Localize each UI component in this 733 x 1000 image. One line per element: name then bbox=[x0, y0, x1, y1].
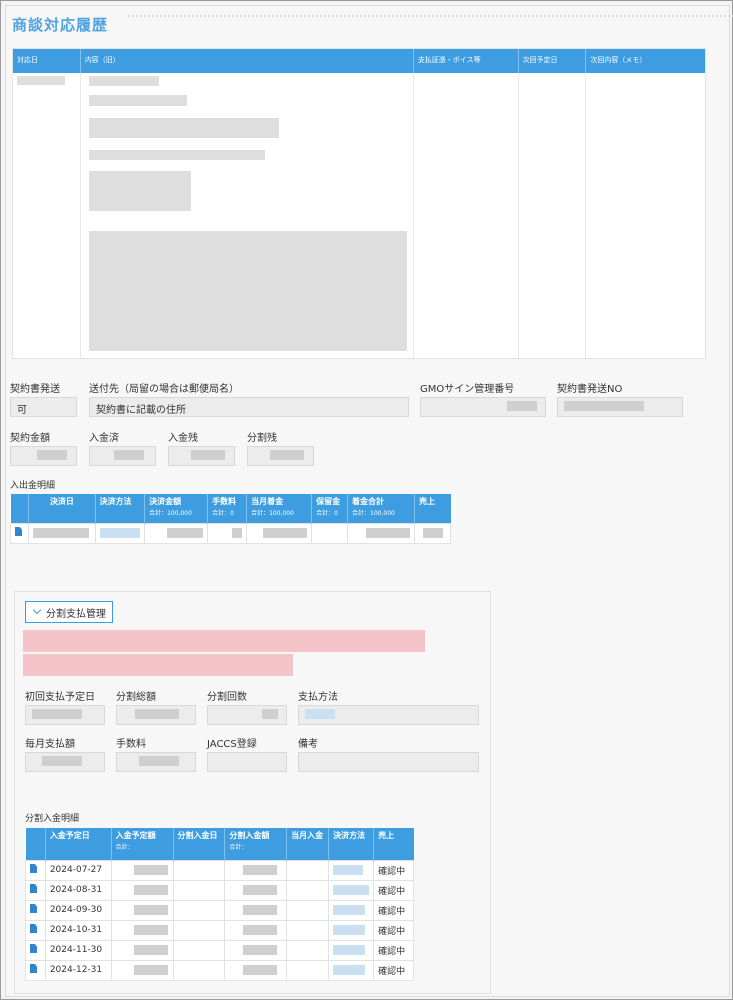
fee-field[interactable] bbox=[116, 752, 196, 772]
history-col-next-memo[interactable]: 次回内容（メモ） bbox=[586, 49, 705, 73]
contract-send-field[interactable]: 可 bbox=[10, 397, 77, 417]
history-table: 対応日 内容（旧） 支払証憑・ボイス等 次回予定日 次回内容（メモ） bbox=[12, 48, 706, 359]
table-row[interactable]: 2024-09-30 確認中 bbox=[25, 899, 414, 921]
first-date-field[interactable] bbox=[25, 705, 105, 725]
document-icon[interactable] bbox=[30, 924, 37, 933]
document-icon[interactable] bbox=[15, 527, 22, 536]
history-col-content[interactable]: 内容（旧） bbox=[81, 49, 414, 73]
history-table-row bbox=[13, 73, 705, 358]
payment-col-date[interactable]: 決済日 bbox=[28, 494, 96, 523]
history-cell-next-date bbox=[519, 73, 587, 358]
inst-col-paid-date[interactable]: 分割入金日 bbox=[173, 828, 226, 860]
contract-send-label: 契約書発送 bbox=[10, 384, 60, 395]
document-icon[interactable] bbox=[30, 944, 37, 953]
document-icon[interactable] bbox=[30, 864, 37, 873]
note-label: 備考 bbox=[298, 739, 318, 750]
paid-label: 入金済 bbox=[89, 433, 119, 444]
monthly-label: 毎月支払額 bbox=[25, 739, 75, 750]
split-count-field[interactable] bbox=[207, 705, 287, 725]
history-table-header: 対応日 内容（旧） 支払証憑・ボイス等 次回予定日 次回内容（メモ） bbox=[13, 49, 705, 73]
jaccs-label: JACCS登録 bbox=[207, 739, 257, 750]
table-row[interactable]: 2024-07-27 確認中 bbox=[25, 859, 414, 881]
destination-field[interactable]: 契約書に記載の住所 bbox=[89, 397, 409, 417]
page-frame: 商談対応履歴 対応日 内容（旧） 支払証憑・ボイス等 次回予定日 次回内容（メモ… bbox=[0, 0, 733, 1000]
installment-toggle-button[interactable]: 分割支払管理 bbox=[25, 601, 113, 623]
remaining-label: 入金残 bbox=[168, 433, 198, 444]
payment-row[interactable] bbox=[9, 522, 451, 544]
paid-field[interactable] bbox=[89, 446, 156, 466]
send-no-field[interactable] bbox=[557, 397, 683, 417]
chevron-down-icon bbox=[32, 605, 42, 615]
contract-amount-field[interactable] bbox=[10, 446, 77, 466]
page-content: 商談対応履歴 対応日 内容（旧） 支払証憑・ボイス等 次回予定日 次回内容（メモ… bbox=[5, 5, 733, 997]
inst-col-due-date[interactable]: 入金予定日 bbox=[45, 828, 112, 860]
inst-col-monthly[interactable]: 当月入金 bbox=[286, 828, 330, 860]
document-icon[interactable] bbox=[30, 884, 37, 893]
inst-col-sales[interactable]: 売上 bbox=[373, 828, 414, 860]
split-total-field[interactable] bbox=[116, 705, 196, 725]
gmo-number-field[interactable] bbox=[420, 397, 546, 417]
payment-col-method[interactable]: 決済方法 bbox=[95, 494, 146, 523]
history-col-next-date[interactable]: 次回予定日 bbox=[519, 49, 587, 73]
payment-col-fee[interactable]: 手数料 合計：0 bbox=[207, 494, 248, 523]
payment-col-amount[interactable]: 決済金額 合計：100,000 bbox=[144, 494, 209, 523]
payment-detail-table: 決済日 決済方法 決済金額 合計：100,000 手数料 合計：0 当月着金 合計：1… bbox=[9, 494, 451, 544]
payment-col-reserve[interactable]: 保留金 合計：0 bbox=[311, 494, 349, 523]
history-col-date[interactable]: 対応日 bbox=[13, 49, 81, 73]
inst-col-due-amount[interactable]: 入金予定額 合計： bbox=[111, 828, 174, 860]
jaccs-field[interactable] bbox=[207, 752, 287, 772]
payment-row-icon[interactable] bbox=[9, 522, 30, 544]
split-remaining-field[interactable] bbox=[247, 446, 314, 466]
installment-toggle-label: 分割支払管理 bbox=[46, 608, 106, 620]
destination-label: 送付先（局留の場合は郵便局名） bbox=[89, 384, 239, 395]
fee-label: 手数料 bbox=[116, 739, 146, 750]
monthly-field[interactable] bbox=[25, 752, 105, 772]
installment-detail-label: 分割入金明細 bbox=[25, 814, 80, 824]
history-cell-next-memo bbox=[586, 73, 705, 358]
table-row[interactable]: 2024-10-31 確認中 bbox=[25, 919, 414, 941]
document-icon[interactable] bbox=[30, 904, 37, 913]
split-count-label: 分割回数 bbox=[207, 692, 247, 703]
gmo-number-label: GMOサイン管理番号 bbox=[420, 384, 515, 395]
table-row[interactable]: 2024-12-31 確認中 bbox=[25, 959, 414, 981]
send-no-label: 契約書発送NO bbox=[557, 384, 623, 395]
first-date-label: 初回支払予定日 bbox=[25, 692, 95, 703]
history-cell-evidence bbox=[414, 73, 519, 358]
payment-detail-label: 入出金明細 bbox=[10, 481, 56, 491]
inst-col-method[interactable]: 決済方法 bbox=[328, 828, 375, 860]
remaining-field[interactable] bbox=[168, 446, 235, 466]
payment-col-sales[interactable]: 売上 bbox=[414, 494, 451, 523]
title-divider bbox=[128, 15, 733, 17]
payment-method-field[interactable] bbox=[298, 705, 479, 725]
inst-col-icon bbox=[25, 828, 46, 860]
installment-detail-table: 入金予定日 入金予定額 合計： 分割入金日 分割入金額 合計： 当月入金 決済方法 … bbox=[25, 828, 414, 981]
redacted-notice-line-1 bbox=[23, 630, 425, 652]
history-cell-content bbox=[81, 73, 414, 358]
history-col-evidence[interactable]: 支払証憑・ボイス等 bbox=[414, 49, 519, 73]
document-icon[interactable] bbox=[30, 964, 37, 973]
payment-col-icon bbox=[10, 494, 30, 523]
page-title: 商談対応履歴 bbox=[12, 16, 109, 34]
table-row[interactable]: 2024-08-31 確認中 bbox=[25, 879, 414, 901]
note-field[interactable] bbox=[298, 752, 479, 772]
contract-amount-label: 契約金額 bbox=[10, 433, 50, 444]
split-remaining-label: 分割残 bbox=[247, 433, 277, 444]
payment-col-monthly[interactable]: 当月着金 合計：100,000 bbox=[246, 494, 313, 523]
payment-col-total[interactable]: 着金合計 合計：100,000 bbox=[347, 494, 416, 523]
installment-panel: 分割支払管理 初回支払予定日 分割総額 分割回数 支払方法 毎月支払額 手数料 … bbox=[14, 591, 491, 994]
redacted-notice-line-2 bbox=[23, 654, 293, 676]
history-cell-date bbox=[13, 73, 81, 358]
payment-method-label: 支払方法 bbox=[298, 692, 338, 703]
inst-col-paid-amount[interactable]: 分割入金額 合計： bbox=[224, 828, 288, 860]
split-total-label: 分割総額 bbox=[116, 692, 156, 703]
table-row[interactable]: 2024-11-30 確認中 bbox=[25, 939, 414, 961]
